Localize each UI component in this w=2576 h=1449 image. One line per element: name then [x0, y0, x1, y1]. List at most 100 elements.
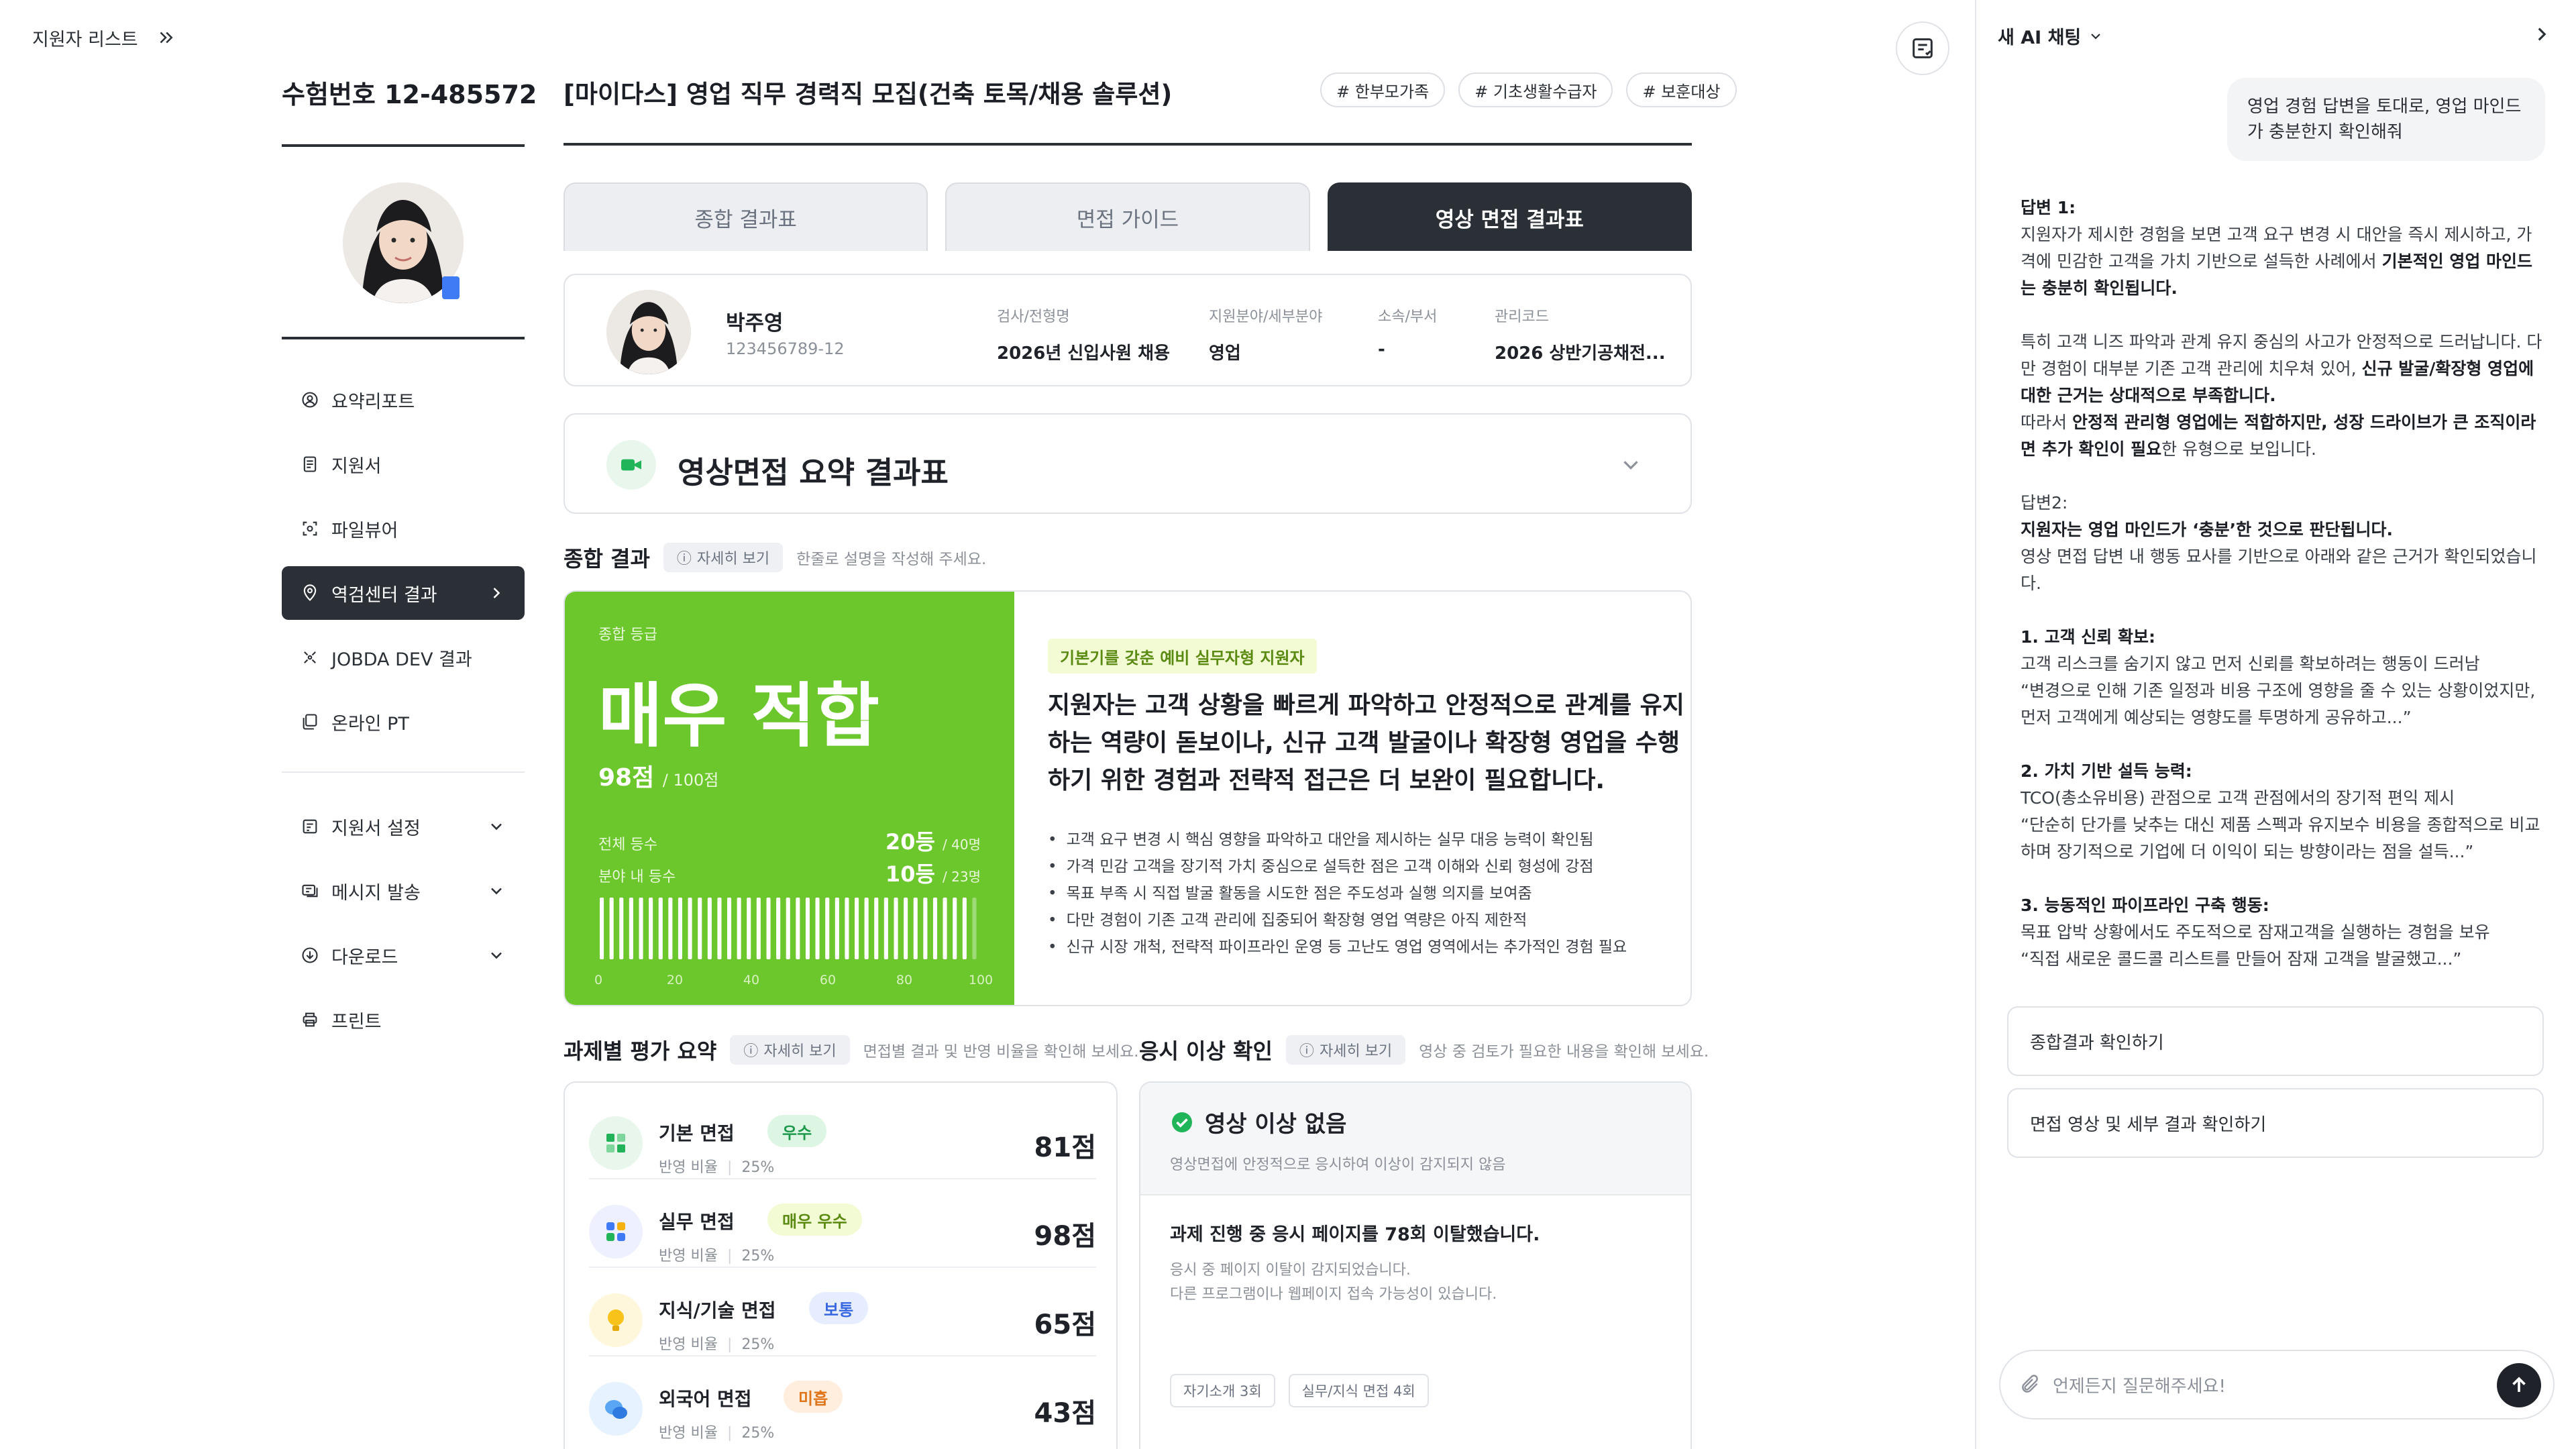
gauge-bar: [845, 898, 849, 959]
divider: [282, 144, 525, 147]
tab-interview-guide[interactable]: 면접 가이드: [945, 182, 1310, 251]
task-grade-badge: 미흡: [784, 1381, 843, 1413]
field-label: 검사/전형명: [997, 309, 1070, 325]
anomaly-headline: 과제 진행 중 응시 페이지를 78회 이탈했습니다.: [1170, 1224, 1540, 1245]
sidebar-item-label: 지원서: [331, 455, 382, 477]
task-row[interactable]: 실무 면접 매우 우수 반영 비율 | 25% 98점: [589, 1187, 1096, 1268]
rank-value: 10등: [885, 861, 935, 887]
sidebar-nav: 요약리포트 지원서 파일뷰어 역검센터 결과 JOBDA DEV 결과 온라인 …: [282, 373, 525, 1057]
anomaly-chip[interactable]: 실무/지식 면접 4회: [1288, 1374, 1429, 1407]
gauge-bar: [766, 898, 771, 959]
ai-chat-header[interactable]: 새 AI 채팅: [1998, 23, 2104, 49]
rank-value: 20등: [885, 829, 935, 855]
field-label: 관리코드: [1495, 309, 1549, 325]
detail-button[interactable]: ⓘ 자세히 보기: [730, 1035, 850, 1065]
sidebar-item-label: 파일뷰어: [331, 520, 398, 541]
anomaly-chip[interactable]: 자기소개 3회: [1170, 1374, 1275, 1407]
task-row[interactable]: 외국어 면접 미흡 반영 비율 | 25% 43점: [589, 1364, 1096, 1445]
sidebar-item-print[interactable]: 프린트: [282, 993, 525, 1046]
arrow-up-icon: [2512, 1377, 2526, 1392]
tag-chip: # 기초생활수급자: [1458, 72, 1613, 107]
gauge-bar: [786, 898, 790, 959]
task-row[interactable]: 지식/기술 면접 보통 반영 비율 | 25% 65점: [589, 1276, 1096, 1356]
gauge-bar: [619, 898, 624, 959]
detail-button[interactable]: ⓘ 자세히 보기: [1285, 1035, 1406, 1065]
axis-tick: 40: [743, 973, 760, 987]
ai-chat-panel: 새 AI 채팅 영업 경험 답변을 토대로, 영업 마인드가 충분한지 확인해줘…: [1975, 0, 2576, 1449]
gauge-bar: [825, 898, 830, 959]
applicant-name: 박주영: [726, 311, 784, 335]
sidebar-item-application[interactable]: 지원서: [282, 437, 525, 491]
grid-icon: [589, 1205, 643, 1258]
sidebar-item-label: 메시지 발송: [331, 882, 421, 904]
axis-tick: 80: [896, 973, 913, 987]
applicant-list-link[interactable]: 지원자 리스트: [32, 23, 176, 52]
verdict-text: 지원자는 고객 상황을 빠르게 파악하고 안정적으로 관계를 유지하는 역량이 …: [1048, 692, 1684, 794]
gauge-bar: [855, 898, 859, 959]
sidebar-item-label: 역검센터 결과: [331, 584, 437, 606]
sidebar-item-application-settings[interactable]: 지원서 설정: [282, 800, 525, 853]
ai-panel-toggle-button[interactable]: [1896, 21, 1949, 75]
message-icon: [302, 884, 318, 898]
info-icon: ⓘ: [676, 551, 692, 568]
task-summary-card: 기본 면접 우수 반영 비율 | 25% 81점 실무 면접 매우 우수 반영 비율…: [564, 1081, 1118, 1449]
gauge-bar: [717, 898, 722, 959]
chevron-down-icon: [491, 823, 502, 830]
chevron-down-icon[interactable]: [1618, 452, 1644, 478]
anomaly-status-sub: 영상면접에 안정적으로 응시하여 이상이 감지되지 않음: [1170, 1157, 1506, 1173]
gauge-bar: [600, 898, 604, 959]
task-row[interactable]: 기본 면접 우수 반영 비율 | 25% 81점: [589, 1099, 1096, 1179]
sidebar-item-send-message[interactable]: 메시지 발송: [282, 864, 525, 918]
suggestion-video-details[interactable]: 면접 영상 및 세부 결과 확인하기: [2007, 1088, 2544, 1158]
chat-input-box[interactable]: 언제든지 질문해주세요!: [1999, 1350, 2555, 1419]
gauge-bar: [913, 898, 918, 959]
location-icon: [303, 584, 317, 601]
section-title: 과제별 평가 요약: [564, 1038, 717, 1064]
sidebar-item-summary-report[interactable]: 요약리포트: [282, 373, 525, 427]
anomaly-status: 영상 이상 없음 영상면접에 안정적으로 응시하여 이상이 감지되지 않음: [1140, 1083, 1690, 1195]
gauge-bar: [874, 898, 879, 959]
ai-notes-icon: [1913, 38, 1933, 58]
profile-field: 관리코드 2026 상반기공채전...: [1495, 305, 1666, 364]
sidebar-item-jobda-dev[interactable]: JOBDA DEV 결과: [282, 631, 525, 684]
send-button[interactable]: [2497, 1363, 2541, 1407]
applicant-type-badge: 기본기를 갖춘 예비 실무자형 지원자: [1048, 639, 1317, 674]
field-value: 2026년 신입사원 채용: [997, 343, 1170, 364]
axis-tick: 0: [594, 973, 603, 987]
detail-button[interactable]: ⓘ 자세히 보기: [663, 543, 784, 572]
profile-field: 검사/전형명 2026년 신입사원 채용: [997, 305, 1170, 364]
profile-field: 지원분야/세부분야 영업: [1209, 305, 1322, 364]
applicant-photo: [606, 290, 691, 374]
tab-video-interview-results[interactable]: 영상 면접 결과표: [1327, 182, 1692, 251]
verdict-bullets: 고객 요구 변경 시 핵심 영향을 파악하고 대안을 제시하는 실무 대응 능력…: [1048, 826, 1690, 961]
collapse-panel-icon[interactable]: [2530, 23, 2553, 46]
sidebar-item-file-viewer[interactable]: 파일뷰어: [282, 502, 525, 555]
chat-input-placeholder: 언제든지 질문해주세요!: [2053, 1376, 2226, 1397]
grade-label: 종합 등급: [598, 627, 657, 643]
gauge-axis: 0 20 40 60 80 100: [594, 973, 993, 993]
task-weight: 반영 비율 | 25%: [659, 1336, 775, 1353]
sidebar-item-assessment-results[interactable]: 역검센터 결과: [282, 566, 525, 620]
chevron-down-icon: [491, 888, 502, 895]
sidebar-item-label: 다운로드: [331, 947, 398, 968]
gauge-bar: [883, 898, 888, 959]
weight-value: 25%: [741, 1248, 775, 1265]
suggestion-overall-results[interactable]: 종합결과 확인하기: [2007, 1006, 2544, 1076]
bullet-item: 다만 경험이 기존 고객 관리에 집중되어 확장형 영업 역량은 아직 제한적: [1048, 907, 1690, 934]
applicant-id: 123456789-12: [726, 339, 845, 358]
tag-chip: # 한부모가족: [1320, 72, 1446, 107]
gauge-bar: [727, 898, 732, 959]
weight-value: 25%: [741, 1336, 775, 1353]
bookmark-icon[interactable]: [442, 276, 460, 299]
anomaly-status-title: 영상 이상 없음: [1170, 1106, 1346, 1138]
sidebar-item-download[interactable]: 다운로드: [282, 928, 525, 982]
sidebar-item-online-pt[interactable]: 온라인 PT: [282, 695, 525, 749]
gauge-bar: [815, 898, 820, 959]
paperclip-icon[interactable]: [2019, 1374, 2041, 1395]
gauge-bar: [805, 898, 810, 959]
gauge-bar: [609, 898, 614, 959]
slides-icon: [303, 714, 317, 730]
gauge-bar: [894, 898, 898, 959]
tab-overall-results[interactable]: 종합 결과표: [564, 182, 928, 251]
summary-accordion[interactable]: 영상면접 요약 결과표: [564, 413, 1692, 514]
